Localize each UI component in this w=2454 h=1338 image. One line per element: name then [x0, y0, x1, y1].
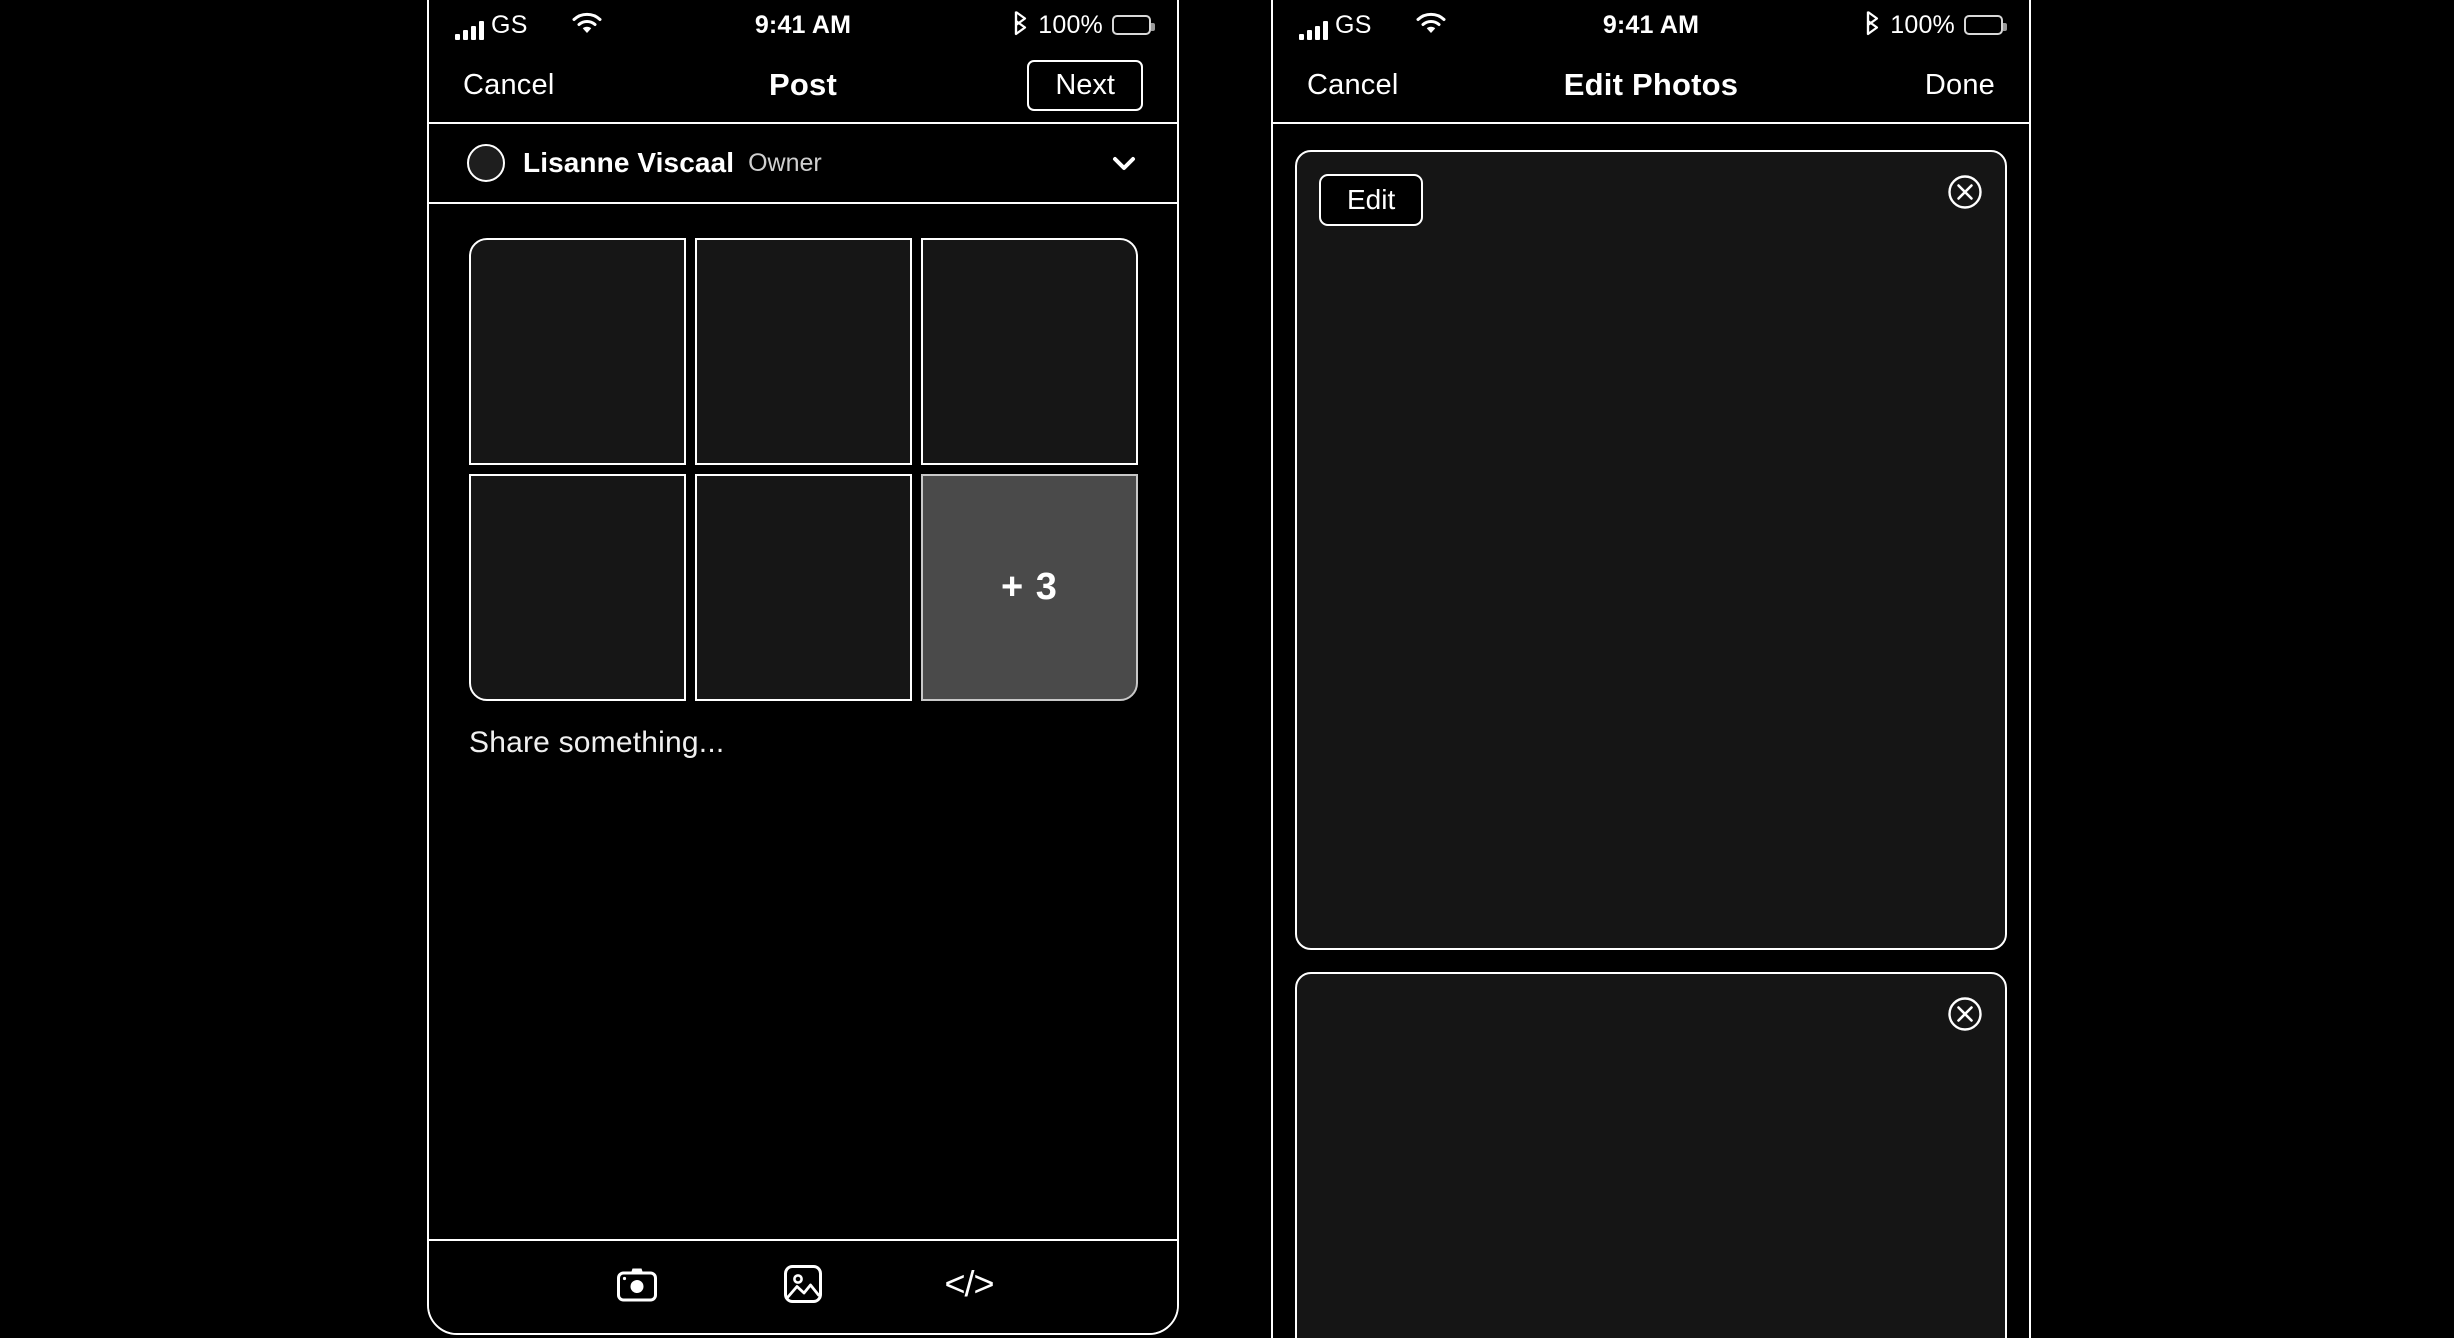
- edit-photos-screen: GS 9:41 AM 100% Cancel Edit Photos Done …: [1273, 2, 2029, 1338]
- photo-tile[interactable]: [695, 474, 912, 701]
- screenshot-canvas: GS 9:41 AM 100% Cancel Post Next Lisanne…: [0, 0, 2454, 1338]
- nav-bar-post: Cancel Post Next: [429, 48, 1177, 124]
- status-bar-edit: GS 9:41 AM 100%: [1273, 2, 2029, 48]
- close-circle-icon[interactable]: [1947, 174, 1983, 210]
- photo-tile-overflow[interactable]: + 3: [921, 474, 1138, 701]
- owner-selector-row[interactable]: Lisanne Viscaal Owner: [429, 124, 1177, 204]
- page-title: Edit Photos: [1563, 67, 1739, 102]
- status-time: 9:41 AM: [1602, 10, 1700, 39]
- photo-tile[interactable]: [921, 238, 1138, 465]
- photo-grid: + 3: [469, 238, 1138, 701]
- page-title: Post: [769, 67, 837, 102]
- phone-frame-post: GS 9:41 AM 100% Cancel Post Next Lisanne…: [427, 0, 1179, 1335]
- code-icon[interactable]: </>: [944, 1262, 994, 1306]
- photo-overflow-count: + 3: [1001, 566, 1058, 608]
- status-bar-post: GS 9:41 AM 100%: [429, 2, 1177, 48]
- battery-full-icon: [1964, 15, 2007, 35]
- compose-toolbar: </>: [429, 1239, 1177, 1333]
- close-circle-icon[interactable]: [1947, 996, 1983, 1032]
- post-screen: GS 9:41 AM 100% Cancel Post Next Lisanne…: [429, 2, 1177, 1333]
- status-time: 9:41 AM: [754, 10, 852, 39]
- share-input-placeholder[interactable]: Share something...: [469, 726, 1137, 760]
- owner-name: Lisanne Viscaal: [523, 147, 735, 178]
- nav-bar-edit-photos: Cancel Edit Photos Done: [1273, 48, 2029, 124]
- photo-card[interactable]: Edit: [1295, 150, 2007, 950]
- edit-photos-list: Edit: [1273, 124, 2029, 1338]
- avatar-icon: [467, 144, 505, 182]
- phone-frame-edit-photos: GS 9:41 AM 100% Cancel Edit Photos Done …: [1271, 0, 2031, 1338]
- photo-tile[interactable]: [469, 238, 686, 465]
- chevron-down-icon[interactable]: [1109, 148, 1139, 178]
- owner-role-label: Owner: [748, 148, 822, 177]
- photo-image-icon[interactable]: [781, 1262, 825, 1306]
- edit-button[interactable]: Edit: [1319, 174, 1424, 226]
- photo-card[interactable]: [1295, 972, 2007, 1338]
- compose-area: + 3 Share something...: [429, 204, 1177, 1239]
- photo-tile[interactable]: [469, 474, 686, 701]
- camera-icon[interactable]: [615, 1262, 659, 1306]
- photo-tile[interactable]: [695, 238, 912, 465]
- battery-full-icon: [1112, 15, 1155, 35]
